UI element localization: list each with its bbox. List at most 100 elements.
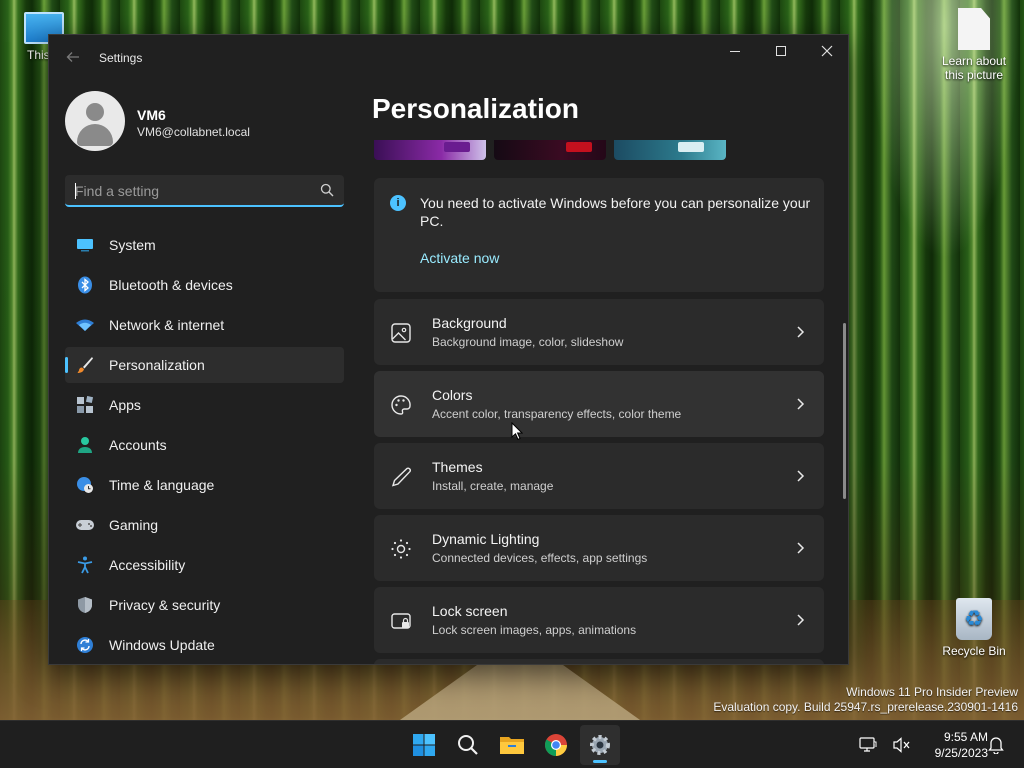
theme-thumbnail[interactable] [614,140,726,160]
card-title: Themes [432,459,483,475]
notice-text: You need to activate Windows before you … [420,195,811,229]
sidebar-item-bluetooth[interactable]: Bluetooth & devices [65,267,344,303]
sidebar-item-label: Privacy & security [109,597,221,613]
wifi-icon [75,315,95,335]
maximize-button[interactable] [758,35,804,67]
search-icon [458,735,478,755]
minimize-icon [730,50,740,52]
card-title: Colors [432,387,473,403]
file-explorer-icon [500,737,524,754]
scrollbar-thumb[interactable] [843,323,846,499]
close-button[interactable] [804,35,848,67]
text-caret [75,183,76,199]
arrow-left-icon [66,52,79,62]
clock-date: 9/25/2023 [934,746,988,760]
setting-card-partial[interactable] [374,659,824,664]
chevron-right-icon [797,470,805,482]
active-indicator [593,760,607,763]
sidebar-item-label: Time & language [109,477,215,493]
setting-card-colors[interactable]: Colors Accent color, transparency effect… [374,371,824,437]
apps-icon [75,395,95,415]
search-input[interactable] [75,181,305,201]
document-icon [958,8,990,50]
setting-card-lock-screen[interactable]: Lock screen Lock screen images, apps, an… [374,587,824,653]
system-icon [75,235,95,255]
network-monitor-icon [859,737,877,752]
sidebar-item-network[interactable]: Network & internet [65,307,344,343]
gamepad-icon [75,515,95,535]
card-subtitle: Accent color, transparency effects, colo… [432,407,682,421]
setting-card-background[interactable]: Background Background image, color, slid… [374,299,824,365]
bluetooth-icon [75,275,95,295]
pen-icon [391,467,411,487]
sidebar-item-personalization[interactable]: Personalization [65,347,344,383]
globe-clock-icon [75,475,95,495]
shield-icon [75,595,95,615]
sidebar-item-label: Personalization [109,357,205,373]
sidebar-item-windows-update[interactable]: Windows Update [65,627,344,663]
setting-card-themes[interactable]: Themes Install, create, manage [374,443,824,509]
chrome-button[interactable] [536,725,576,765]
file-explorer-button[interactable] [492,725,532,765]
clock-time: 9:55 AM [943,730,988,744]
sidebar-item-gaming[interactable]: Gaming [65,507,344,543]
chevron-right-icon [797,614,805,626]
notifications-button[interactable] [984,725,1008,765]
watermark-line-2: Evaluation copy. Build 25947.rs_prerelea… [713,700,1018,714]
window-title: Settings [99,51,143,65]
lighting-icon [391,539,411,559]
sidebar-item-label: Accounts [109,437,167,453]
info-icon: i [390,195,406,211]
back-button[interactable] [63,49,83,69]
update-icon [75,635,95,655]
chevron-right-icon [797,542,805,554]
activation-notice: i You need to activate Windows before yo… [374,178,824,292]
start-button[interactable] [404,725,444,765]
card-title: Lock screen [432,603,508,619]
close-icon [821,45,833,57]
setting-card-dynamic-lighting[interactable]: Dynamic Lighting Connected devices, effe… [374,515,824,581]
chrome-icon [545,734,567,756]
sidebar-item-label: System [109,237,156,253]
sidebar-item-label: Bluetooth & devices [109,277,233,293]
theme-thumbnail[interactable] [374,140,486,160]
settings-window: Settings VM6 VM6@collabnet.local System … [48,34,849,665]
card-title: Dynamic Lighting [432,531,540,547]
minimize-button[interactable] [712,35,758,67]
desktop-icon-recycle-bin[interactable]: ♻ Recycle Bin [934,598,1014,658]
taskbar-search-button[interactable] [448,725,488,765]
sidebar-item-system[interactable]: System [65,227,344,263]
search-box[interactable] [65,175,344,207]
sidebar-item-label: Windows Update [109,637,215,653]
theme-thumbnail[interactable] [494,140,606,160]
desktop-icon-learn-about-picture[interactable]: Learn about this picture [934,8,1014,82]
card-subtitle: Background image, color, slideshow [432,335,624,349]
sidebar-item-privacy[interactable]: Privacy & security [65,587,344,623]
search-icon[interactable] [320,183,334,197]
card-title: Background [432,315,507,331]
sidebar-item-apps[interactable]: Apps [65,387,344,423]
sidebar-item-accessibility[interactable]: Accessibility [65,547,344,583]
sidebar-item-label: Gaming [109,517,159,533]
sidebar-item-label: Network & internet [109,317,225,333]
build-watermark: Windows 11 Pro Insider Preview Evaluatio… [713,685,1018,715]
recycle-bin-icon: ♻ [956,598,992,640]
desktop-icon-label: Learn about this picture [941,54,1007,82]
title-bar: Settings [49,35,848,83]
card-subtitle: Connected devices, effects, app settings [432,551,648,565]
chevron-right-icon [797,398,805,410]
taskbar-clock[interactable]: 9:55 AM 9/25/2023 [908,729,988,761]
lock-screen-icon [391,613,411,629]
card-subtitle: Lock screen images, apps, animations [432,623,637,637]
theme-thumbnails [374,140,734,160]
activate-now-link[interactable]: Activate now [420,250,499,266]
avatar[interactable] [65,91,125,151]
maximize-icon [776,46,786,56]
start-icon [413,734,435,756]
sidebar-item-time-language[interactable]: Time & language [65,467,344,503]
image-icon [391,323,411,343]
card-subtitle: Install, create, manage [432,479,554,493]
settings-taskbar-button[interactable] [580,725,620,765]
sidebar-item-accounts[interactable]: Accounts [65,427,344,463]
tray-network-button[interactable] [856,725,880,765]
